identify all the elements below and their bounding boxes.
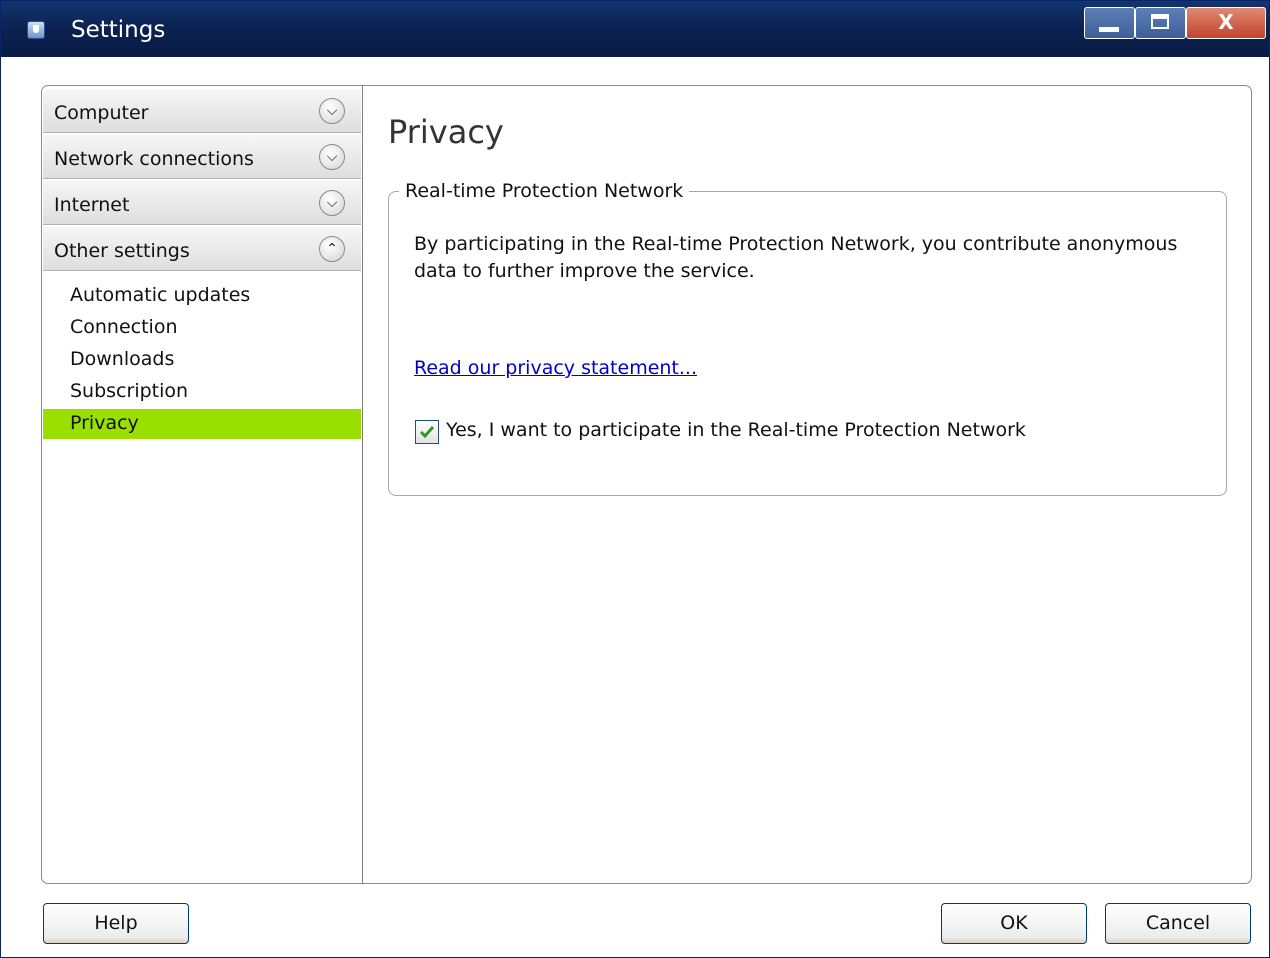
participate-checkbox[interactable]	[415, 420, 439, 444]
sidebar-item-subscription[interactable]: Subscription	[43, 377, 361, 407]
ok-button[interactable]: OK	[941, 903, 1087, 944]
sidebar-item-label: Connection	[70, 316, 178, 338]
sidebar-section-computer[interactable]: Computer ⌵	[43, 89, 361, 133]
title-bar[interactable]: Settings X	[1, 1, 1269, 57]
settings-window: Settings X Computer ⌵ Network connection…	[0, 0, 1270, 958]
sidebar-section-internet[interactable]: Internet ⌵	[43, 181, 361, 225]
checkmark-icon	[419, 426, 435, 439]
chevron-down-icon[interactable]: ⌵	[319, 190, 345, 216]
minimize-button[interactable]	[1084, 7, 1135, 39]
participate-checkbox-label[interactable]: Yes, I want to participate in the Real-t…	[446, 419, 1026, 441]
close-button[interactable]: X	[1186, 7, 1266, 39]
privacy-statement-link[interactable]: Read our privacy statement...	[414, 357, 697, 379]
sidebar-item-label: Privacy	[70, 412, 139, 434]
sidebar-item-label: Downloads	[70, 348, 175, 370]
group-legend: Real-time Protection Network	[399, 180, 690, 202]
group-description: By participating in the Real-time Protec…	[414, 233, 1178, 282]
page-title: Privacy	[388, 113, 504, 151]
sidebar-item-privacy[interactable]: Privacy	[43, 409, 361, 439]
shield-app-icon	[27, 21, 45, 39]
sidebar-item-connection[interactable]: Connection	[43, 313, 361, 343]
help-button[interactable]: Help	[43, 903, 189, 944]
chevron-up-icon[interactable]: ⌃	[319, 236, 345, 262]
sidebar-section-label: Computer	[54, 102, 149, 124]
sidebar-item-label: Automatic updates	[70, 284, 251, 306]
chevron-down-icon[interactable]: ⌵	[319, 98, 345, 124]
cancel-button[interactable]: Cancel	[1105, 903, 1251, 944]
sidebar-item-downloads[interactable]: Downloads	[43, 345, 361, 375]
window-title: Settings	[71, 17, 166, 43]
close-icon: X	[1218, 10, 1234, 34]
sidebar-item-label: Subscription	[70, 380, 189, 402]
sidebar-section-label: Network connections	[54, 148, 254, 170]
sidebar-item-automatic-updates[interactable]: Automatic updates	[43, 281, 361, 311]
chevron-down-icon[interactable]: ⌵	[319, 144, 345, 170]
sidebar-section-label: Other settings	[54, 240, 190, 262]
sidebar-section-label: Internet	[54, 194, 130, 216]
maximize-button[interactable]	[1135, 7, 1186, 39]
sidebar-section-network-connections[interactable]: Network connections ⌵	[43, 135, 361, 179]
sidebar-section-other-settings[interactable]: Other settings ⌃	[43, 227, 361, 271]
